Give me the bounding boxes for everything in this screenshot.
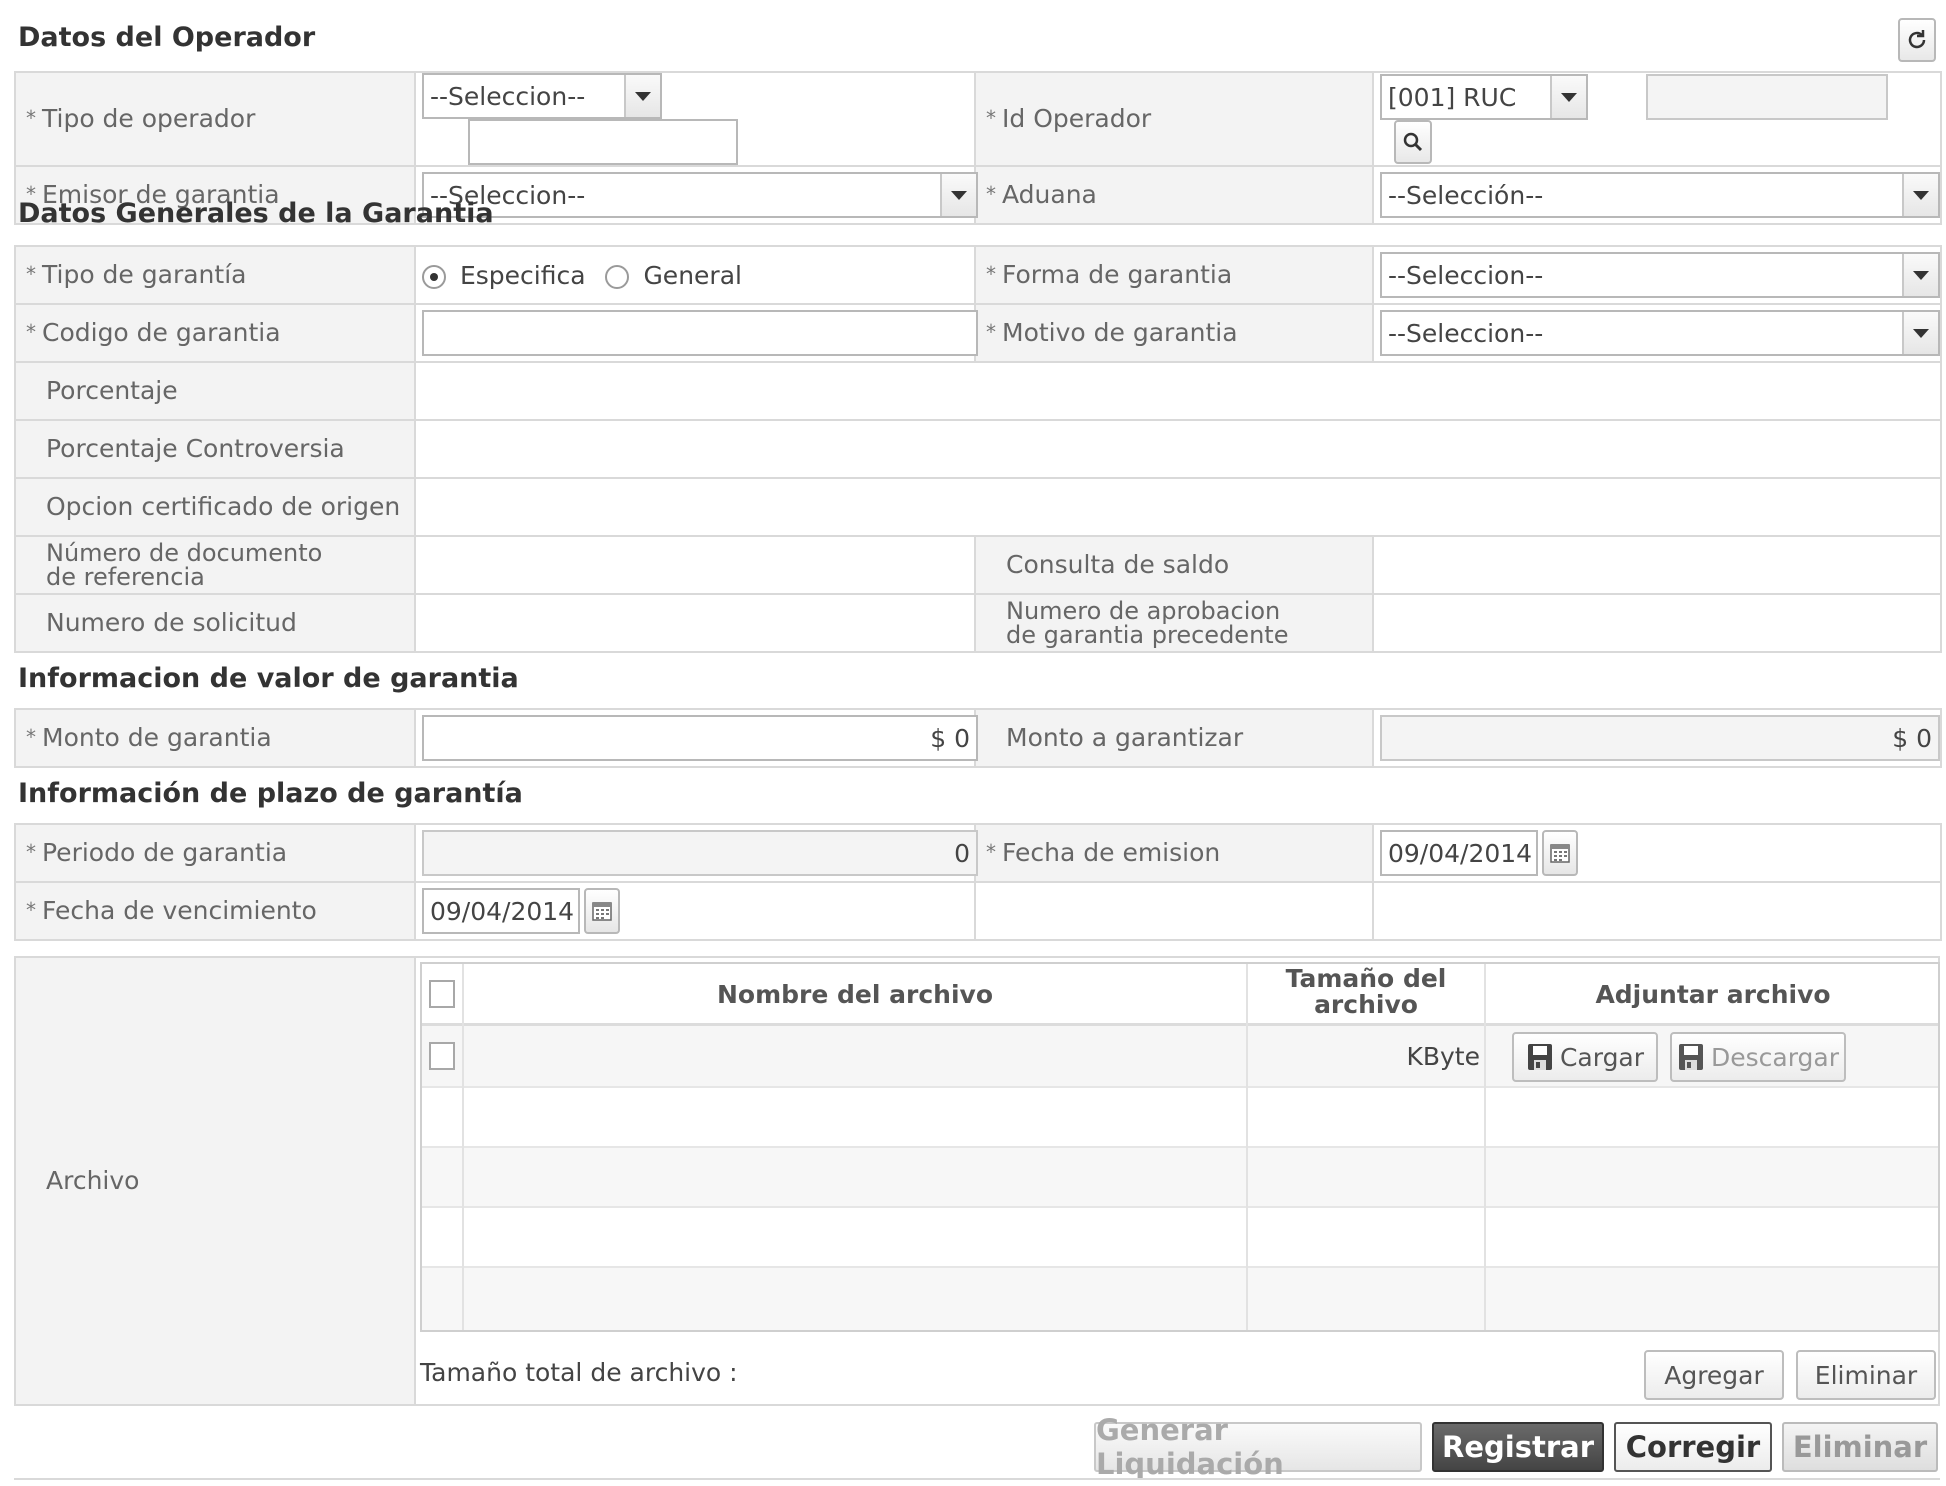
- aduana-select[interactable]: --Selección--: [1380, 172, 1940, 218]
- numero-solicitud-label: Numero de solicitud: [46, 608, 297, 637]
- numero-solicitud-value: [414, 593, 976, 653]
- id-operador-label: Id Operador: [1002, 103, 1152, 133]
- fecha-vencimiento-input[interactable]: 09/04/2014: [422, 888, 580, 934]
- monto-garantizar-input: $ 0: [1380, 715, 1940, 761]
- eliminar-button[interactable]: Eliminar: [1782, 1422, 1938, 1472]
- column-header-adjuntar: Adjuntar archivo: [1595, 980, 1831, 1009]
- forma-garantia-select[interactable]: --Seleccion--: [1380, 252, 1940, 298]
- table-row: [422, 1148, 1938, 1206]
- chevron-down-icon: [1902, 254, 1938, 296]
- forma-garantia-value: --Seleccion--: [1388, 260, 1544, 290]
- opcion-certificado-value: [414, 477, 1942, 537]
- radio-especifica-label: Especifica: [459, 260, 586, 290]
- archivo-label: Archivo: [46, 1166, 140, 1195]
- motivo-garantia-select[interactable]: --Seleccion--: [1380, 310, 1940, 356]
- generales-table: * Tipo de garantía Especifica General * Fo…: [14, 245, 1942, 653]
- tipo-garantia-label: Tipo de garantía: [42, 259, 247, 289]
- monto-garantia-input[interactable]: $ 0: [422, 715, 978, 761]
- fecha-emision-input[interactable]: 09/04/2014: [1380, 830, 1538, 876]
- tipo-operador-value: --Seleccion--: [430, 81, 586, 111]
- porcentaje-label: Porcentaje: [46, 376, 178, 405]
- fecha-vencimiento-label: Fecha de vencimiento: [42, 895, 317, 925]
- refresh-icon: [1908, 30, 1926, 49]
- numero-documento-value: [414, 535, 976, 595]
- fecha-emision-calendar-button[interactable]: [1542, 830, 1578, 876]
- agregar-button[interactable]: Agregar: [1644, 1350, 1784, 1400]
- chevron-down-icon: [1902, 312, 1938, 354]
- table-row: [422, 1268, 1938, 1330]
- monto-garantia-label: Monto de garantia: [42, 722, 272, 752]
- bottom-divider: [14, 1478, 1940, 1480]
- total-size-label: Tamaño total de archivo :: [420, 1358, 738, 1387]
- monto-garantizar-label: Monto a garantizar: [1006, 723, 1244, 752]
- archivo-label-cell: Archivo: [16, 958, 416, 1404]
- numero-aprobacion-value: [1372, 593, 1942, 653]
- descargar-button[interactable]: Descargar: [1670, 1032, 1846, 1082]
- tipo-operador-text-input[interactable]: [468, 119, 738, 165]
- periodo-garantia-input: 0: [422, 830, 978, 876]
- fecha-vencimiento-calendar-button[interactable]: [584, 888, 620, 934]
- search-button[interactable]: [1394, 120, 1432, 164]
- registrar-button[interactable]: Registrar: [1432, 1422, 1604, 1472]
- emisor-select[interactable]: --Seleccion--: [422, 172, 978, 218]
- file-grid: Nombre del archivo Tamaño del archivo Ad…: [420, 962, 1940, 1332]
- cargar-label: Cargar: [1559, 1042, 1645, 1072]
- floppy-disk-icon: [1678, 1044, 1703, 1070]
- porcentaje-value: [414, 361, 1942, 421]
- porcentaje-controversia-label: Porcentaje Controversia: [46, 434, 345, 463]
- empty-cell: [974, 881, 1374, 941]
- motivo-garantia-value: --Seleccion--: [1388, 318, 1544, 348]
- id-operador-type-select[interactable]: [001] RUC: [1380, 74, 1588, 120]
- porcentaje-controversia-value: [414, 419, 1942, 479]
- forma-garantia-label: Forma de garantia: [1002, 259, 1233, 289]
- numero-aprobacion-label: Numero de aprobacion de garantia precede…: [1006, 597, 1289, 649]
- radio-general[interactable]: [605, 264, 630, 289]
- aduana-value: --Selección--: [1388, 180, 1544, 210]
- generar-liquidacion-button[interactable]: Generar Liquidación: [1094, 1413, 1422, 1481]
- chevron-down-icon: [624, 75, 660, 117]
- section-title-operador: Datos del Operador: [18, 22, 316, 53]
- chevron-down-icon: [1902, 174, 1938, 216]
- calendar-icon: [592, 902, 612, 921]
- periodo-garantia-label: Periodo de garantia: [42, 837, 288, 867]
- chevron-down-icon: [940, 174, 976, 216]
- cargar-button[interactable]: Cargar: [1512, 1032, 1658, 1082]
- section-title-valor: Informacion de valor de garantia: [18, 663, 519, 694]
- id-operador-input[interactable]: [1645, 74, 1888, 120]
- search-icon: [1403, 132, 1423, 152]
- valor-table: * Monto de garantia $ 0 Monto a garantiza…: [14, 708, 1942, 768]
- select-all-checkbox[interactable]: [429, 980, 455, 1008]
- fecha-emision-label: Fecha de emision: [1002, 837, 1221, 867]
- plazo-table: * Periodo de garantia 0 * Fecha de emision…: [14, 823, 1942, 941]
- tipo-operador-select[interactable]: --Seleccion--: [422, 73, 662, 119]
- archivo-panel: Archivo Nombre del archivo Tamaño del ar…: [14, 956, 1940, 1406]
- column-header-tamano: Tamaño del archivo: [1285, 964, 1447, 1019]
- aduana-label: Aduana: [1002, 179, 1097, 209]
- empty-cell: [1372, 881, 1942, 941]
- row-checkbox[interactable]: [429, 1042, 455, 1070]
- radio-general-label: General: [643, 260, 742, 290]
- codigo-garantia-input[interactable]: [422, 310, 978, 356]
- descargar-label: Descargar: [1710, 1042, 1840, 1072]
- numero-documento-label: Número de documento de referencia: [46, 539, 323, 591]
- calendar-icon: [1550, 844, 1570, 863]
- codigo-garantia-label: Codigo de garantia: [42, 317, 281, 347]
- corregir-button[interactable]: Corregir: [1614, 1422, 1772, 1472]
- eliminar-archivo-button[interactable]: Eliminar: [1796, 1350, 1936, 1400]
- chevron-down-icon: [1550, 76, 1586, 118]
- tipo-operador-label: Tipo de operador: [42, 103, 256, 133]
- motivo-garantia-label: Motivo de garantia: [1002, 317, 1238, 347]
- refresh-button[interactable]: [1898, 18, 1936, 62]
- consulta-saldo-label: Consulta de saldo: [1006, 550, 1230, 579]
- section-title-plazo: Información de plazo de garantía: [18, 778, 523, 809]
- row-size-unit: KByte: [1406, 1042, 1480, 1071]
- consulta-saldo-value: [1372, 535, 1942, 595]
- radio-especifica[interactable]: [422, 264, 446, 289]
- id-operador-type-value: [001] RUC: [1388, 82, 1517, 112]
- section-title-generales: Datos Generales de la Garantia: [18, 198, 494, 229]
- opcion-certificado-label: Opcion certificado de origen: [46, 492, 401, 521]
- column-header-nombre: Nombre del archivo: [716, 980, 993, 1009]
- floppy-disk-icon: [1527, 1044, 1552, 1070]
